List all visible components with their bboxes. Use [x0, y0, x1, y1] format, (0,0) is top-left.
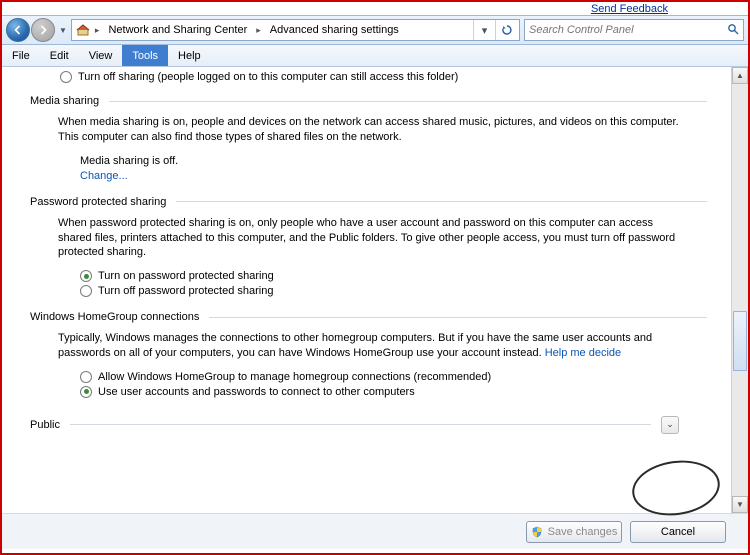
scroll-thumb[interactable]: [733, 311, 747, 371]
section-homegroup: Windows HomeGroup connections Typically,…: [30, 311, 707, 398]
section-title: Password protected sharing: [30, 196, 166, 208]
menu-help[interactable]: Help: [168, 45, 211, 66]
change-link[interactable]: Change...: [80, 170, 707, 182]
section-password-sharing: Password protected sharing When password…: [30, 196, 707, 298]
section-title: Public: [30, 419, 60, 431]
radio-label: Use user accounts and passwords to conne…: [98, 386, 415, 398]
scroll-track[interactable]: [732, 84, 748, 496]
menu-view[interactable]: View: [79, 45, 123, 66]
expand-public-button[interactable]: ⌄: [661, 416, 679, 434]
section-media-sharing: Media sharing When media sharing is on, …: [30, 95, 707, 182]
breadcrumb-advanced-sharing[interactable]: Advanced sharing settings: [264, 20, 405, 40]
radio-password-off[interactable]: Turn off password protected sharing: [80, 285, 707, 297]
help-me-decide-link[interactable]: Help me decide: [545, 347, 621, 359]
scroll-up-button[interactable]: ▲: [732, 67, 748, 84]
vertical-scrollbar[interactable]: ▲ ▼: [731, 67, 748, 513]
divider: [70, 424, 651, 425]
radio-homegroup-user-accounts[interactable]: Use user accounts and passwords to conne…: [80, 386, 707, 398]
save-changes-button[interactable]: Save changes: [526, 521, 622, 543]
navigation-bar: ▼ ▸ Network and Sharing Center ▸ Advance…: [2, 15, 748, 45]
radio-homegroup-allow[interactable]: Allow Windows HomeGroup to manage homegr…: [80, 371, 707, 383]
divider: [176, 201, 707, 202]
search-input[interactable]: [529, 24, 727, 36]
recent-dropdown-icon[interactable]: ▼: [59, 26, 67, 35]
forward-button[interactable]: [31, 18, 55, 42]
hand-drawn-circle-annotation: [629, 455, 724, 513]
footer-bar: Save changes Cancel: [2, 513, 748, 549]
button-label: Save changes: [548, 526, 618, 538]
radio-label: Allow Windows HomeGroup to manage homegr…: [98, 371, 491, 383]
send-feedback-link[interactable]: Send Feedback: [2, 2, 748, 15]
button-label: Cancel: [661, 526, 695, 538]
back-button[interactable]: [6, 18, 30, 42]
section-title: Media sharing: [30, 95, 99, 107]
media-status: Media sharing is off.: [80, 155, 707, 167]
divider: [209, 317, 707, 318]
shield-icon: [531, 526, 543, 538]
search-box[interactable]: [524, 19, 744, 41]
radio-label: Turn off sharing (people logged on to th…: [78, 71, 458, 83]
radio-label: Turn off password protected sharing: [98, 285, 273, 297]
section-public: Public ⌄: [30, 416, 689, 434]
scroll-down-button[interactable]: ▼: [732, 496, 748, 513]
chevron-right-icon[interactable]: ▸: [253, 25, 264, 36]
refresh-icon[interactable]: [495, 20, 517, 40]
menu-file[interactable]: File: [2, 45, 40, 66]
breadcrumb-network-sharing[interactable]: Network and Sharing Center: [102, 20, 253, 40]
address-dropdown-icon[interactable]: ▾: [473, 20, 495, 40]
radio-turn-off-sharing-partial[interactable]: Turn off sharing (people logged on to th…: [60, 71, 458, 83]
radio-password-on[interactable]: Turn on password protected sharing: [80, 270, 707, 282]
section-description: When media sharing is on, people and dev…: [58, 115, 687, 145]
chevron-right-icon[interactable]: ▸: [92, 25, 103, 36]
section-description: When password protected sharing is on, o…: [58, 216, 687, 261]
section-description: Typically, Windows manages the connectio…: [58, 331, 687, 361]
section-title: Windows HomeGroup connections: [30, 311, 199, 323]
divider: [109, 101, 707, 102]
search-icon[interactable]: [727, 23, 739, 38]
radio-label: Turn on password protected sharing: [98, 270, 274, 282]
address-bar[interactable]: ▸ Network and Sharing Center ▸ Advanced …: [71, 19, 520, 41]
settings-content: Turn off sharing (people logged on to th…: [2, 67, 731, 513]
menu-bar: File Edit View Tools Help: [2, 45, 748, 67]
chevron-down-icon: ⌄: [666, 419, 674, 430]
menu-tools[interactable]: Tools: [122, 45, 168, 66]
control-panel-icon: [74, 21, 92, 39]
menu-edit[interactable]: Edit: [40, 45, 79, 66]
cancel-button[interactable]: Cancel: [630, 521, 726, 543]
